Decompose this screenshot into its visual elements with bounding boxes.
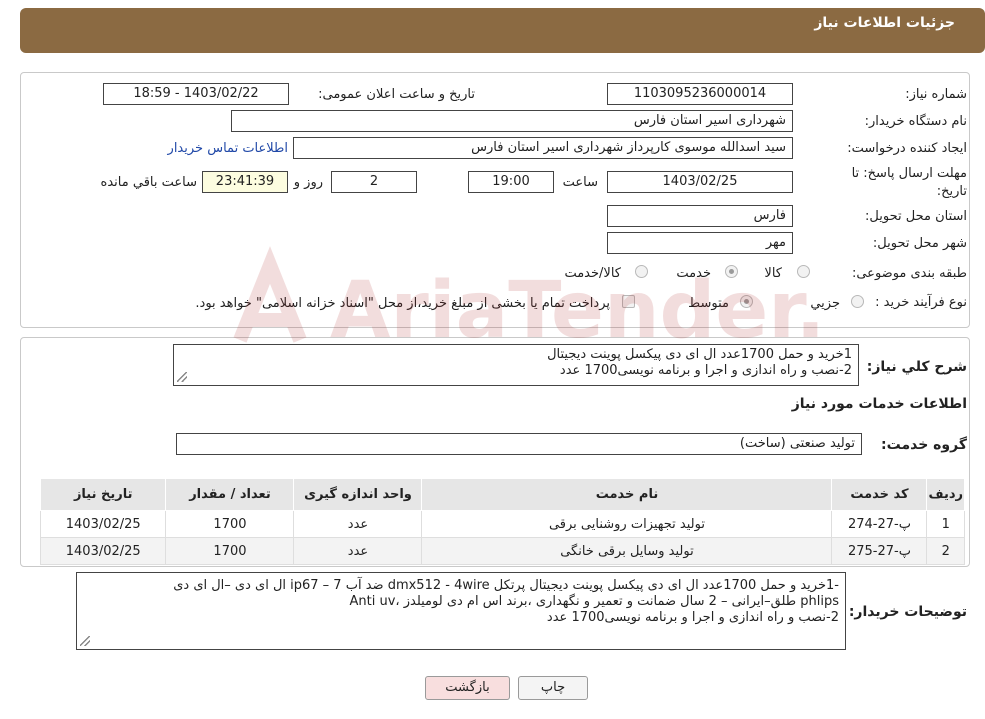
cell-qty: 1700 bbox=[165, 510, 295, 538]
summary-textarea[interactable]: 1خرید و حمل 1700عدد ال ای دی پیکسل پوینت… bbox=[173, 344, 859, 386]
cell-unit: عدد bbox=[293, 510, 423, 538]
process-type-label: نوع فرآیند خرید : bbox=[875, 295, 967, 310]
process-medium-radio[interactable] bbox=[740, 295, 753, 308]
process-medium-label: متوسط bbox=[688, 296, 729, 311]
process-partial-label: جزیي bbox=[810, 296, 840, 311]
cell-row: 1 bbox=[926, 510, 965, 538]
deadline-date-label: تاریخ: bbox=[936, 184, 967, 199]
requester-label: ایجاد کننده درخواست: bbox=[847, 141, 967, 156]
back-button[interactable]: بازگشت bbox=[425, 676, 510, 700]
treasury-text: پرداخت تمام یا بخشی از مبلغ خرید،از محل … bbox=[195, 296, 610, 311]
summary-line-2: 2-نصب و راه اندازی و اجرا و برنامه نویسی… bbox=[559, 363, 852, 378]
service-group-label: گروه خدمت: bbox=[881, 437, 967, 453]
resize-grip-icon[interactable] bbox=[80, 636, 90, 646]
days-remaining-field[interactable]: 2 bbox=[331, 171, 417, 193]
cell-name: تولید وسایل برقی خانگی bbox=[421, 537, 833, 565]
category-goods-radio[interactable] bbox=[797, 265, 810, 278]
table-header-row: ردیف کد خدمت نام خدمت واحد اندازه گیری ت… bbox=[39, 478, 965, 511]
services-table-wrap: ردیف کد خدمت نام خدمت واحد اندازه گیری ت… bbox=[39, 478, 965, 565]
process-partial-radio[interactable] bbox=[851, 295, 864, 308]
page-title: جزئیات اطلاعات نیاز bbox=[814, 15, 955, 31]
category-label: طبقه بندی موضوعی: bbox=[851, 266, 967, 281]
announce-date-field[interactable]: 1403/02/22 - 18:59 bbox=[103, 83, 289, 105]
cell-row: 2 bbox=[926, 537, 965, 565]
cell-code: پ-27-275 bbox=[831, 537, 928, 565]
table-row[interactable]: 2 پ-27-275 تولید وسایل برقی خانگی عدد 17… bbox=[39, 537, 965, 565]
city-field[interactable]: مهر bbox=[607, 232, 793, 254]
col-row-header: ردیف bbox=[926, 478, 965, 511]
col-date-header: تاریخ نیاز bbox=[39, 478, 167, 511]
days-label: روز و bbox=[293, 175, 323, 190]
remaining-time-label: ساعت باقي مانده bbox=[100, 175, 197, 190]
buyer-org-field[interactable]: شهرداری اسیر استان فارس bbox=[231, 110, 793, 132]
category-goods-service-label: کالا/خدمت bbox=[564, 266, 621, 281]
col-name-header: نام خدمت bbox=[421, 478, 833, 511]
cell-name: تولید تجهیزات روشنایی برقی bbox=[421, 510, 833, 538]
col-unit-header: واحد اندازه گیری bbox=[293, 478, 423, 511]
col-qty-header: تعداد / مقدار bbox=[165, 478, 295, 511]
print-button[interactable]: چاپ bbox=[518, 676, 588, 700]
buyer-notes-line-1: -1خرید و حمل 1700عدد ال ای دی پیکسل پوین… bbox=[173, 578, 839, 593]
category-goods-label: کالا bbox=[764, 266, 782, 281]
buyer-notes-line-3: 2-نصب و راه اندازی و اجرا و برنامه نویسی… bbox=[546, 610, 839, 625]
cell-qty: 1700 bbox=[165, 537, 295, 565]
deadline-label: مهلت ارسال پاسخ: تا bbox=[851, 166, 967, 181]
deadline-time-label: ساعت bbox=[562, 175, 598, 190]
buyer-notes-label: توضیحات خریدار: bbox=[848, 604, 967, 620]
buyer-notes-line-2: phlips طلق–ایرانی – 2 سال ضمانت و تعمیر … bbox=[349, 594, 839, 609]
table-row[interactable]: 1 پ-27-274 تولید تجهیزات روشنایی برقی عد… bbox=[39, 510, 965, 538]
summary-label: شرح کلي نیاز: bbox=[866, 359, 967, 375]
buyer-notes-textarea[interactable]: -1خرید و حمل 1700عدد ال ای دی پیکسل پوین… bbox=[76, 572, 846, 650]
category-service-label: خدمت bbox=[676, 266, 711, 281]
remaining-time-field[interactable]: 23:41:39 bbox=[202, 171, 288, 193]
category-service-radio[interactable] bbox=[725, 265, 738, 278]
resize-grip-icon[interactable] bbox=[177, 372, 187, 382]
cell-code: پ-27-274 bbox=[831, 510, 928, 538]
deadline-date-field[interactable]: 1403/02/25 bbox=[607, 171, 793, 193]
service-group-field[interactable]: تولید صنعتی (ساخت) bbox=[176, 433, 862, 455]
city-label: شهر محل تحویل: bbox=[872, 236, 967, 251]
cell-date: 1403/02/25 bbox=[39, 537, 167, 565]
announce-date-label: تاریخ و ساعت اعلان عمومی: bbox=[318, 87, 475, 102]
buyer-contact-link[interactable]: اطلاعات تماس خریدار bbox=[168, 141, 288, 156]
services-table: ردیف کد خدمت نام خدمت واحد اندازه گیری ت… bbox=[39, 478, 965, 565]
cell-date: 1403/02/25 bbox=[39, 510, 167, 538]
province-label: استان محل تحویل: bbox=[865, 209, 967, 224]
deadline-time-field[interactable]: 19:00 bbox=[468, 171, 554, 193]
requester-field[interactable]: سید اسدالله موسوی کارپرداز شهرداری اسیر … bbox=[293, 137, 793, 159]
treasury-checkbox[interactable] bbox=[622, 295, 635, 308]
cell-unit: عدد bbox=[293, 537, 423, 565]
need-number-label: شماره نیاز: bbox=[905, 87, 967, 102]
services-section-title: اطلاعات خدمات مورد نیاز bbox=[791, 396, 967, 412]
province-field[interactable]: فارس bbox=[607, 205, 793, 227]
col-code-header: کد خدمت bbox=[831, 478, 928, 511]
need-number-field[interactable]: 1103095236000014 bbox=[607, 83, 793, 105]
summary-line-1: 1خرید و حمل 1700عدد ال ای دی پیکسل پوینت… bbox=[547, 347, 852, 362]
buyer-org-label: نام دستگاه خریدار: bbox=[864, 114, 967, 129]
category-goods-service-radio[interactable] bbox=[635, 265, 648, 278]
